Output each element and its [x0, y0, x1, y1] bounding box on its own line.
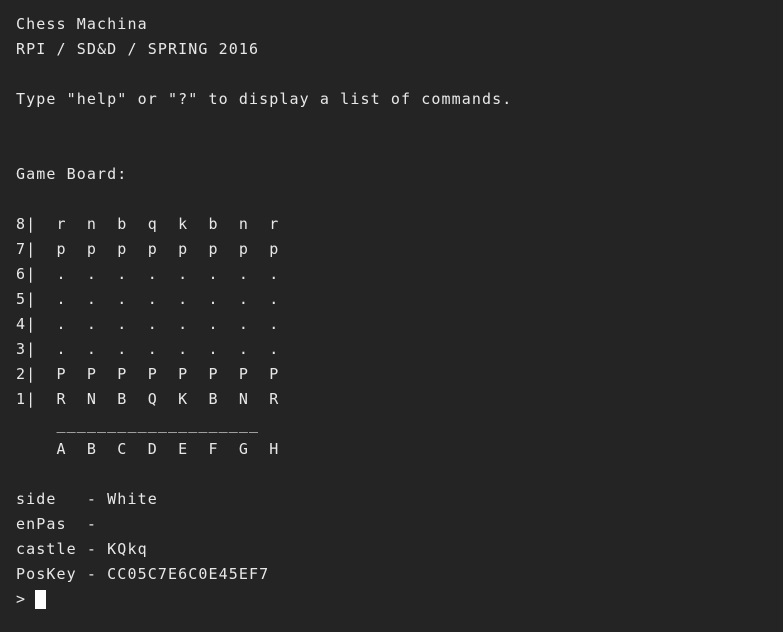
command-prompt[interactable]: > [16, 587, 783, 612]
status-enpas: enPas - [16, 515, 98, 533]
board-rank-row: 2| P P P P P P P P [16, 365, 280, 383]
board-rank-row: 8| r n b q k b n r [16, 215, 280, 233]
status-castle: castle - KQkq [16, 540, 148, 558]
status-poskey: PosKey - CC05C7E6C0E45EF7 [16, 565, 270, 583]
board-separator: ____________________ [16, 415, 260, 433]
board-rank-row: 1| R N B Q K B N R [16, 390, 280, 408]
board-rank-row: 3| . . . . . . . . [16, 340, 280, 358]
board-rank-row: 4| . . . . . . . . [16, 315, 280, 333]
board-heading: Game Board: [16, 165, 128, 183]
text-cursor [35, 590, 47, 609]
board-file-labels: A B C D E F G H [16, 440, 280, 458]
board-rank-row: 7| p p p p p p p p [16, 240, 280, 258]
board-rank-row: 5| . . . . . . . . [16, 290, 280, 308]
prompt-symbol: > [16, 590, 27, 608]
board-rank-row: 6| . . . . . . . . [16, 265, 280, 283]
app-title: Chess Machina [16, 15, 148, 33]
status-side: side - White [16, 490, 158, 508]
app-subtitle: RPI / SD&D / SPRING 2016 [16, 40, 260, 58]
terminal-window[interactable]: Chess Machina RPI / SD&D / SPRING 2016 T… [0, 0, 783, 632]
help-hint-text: Type "help" or "?" to display a list of … [16, 90, 513, 108]
